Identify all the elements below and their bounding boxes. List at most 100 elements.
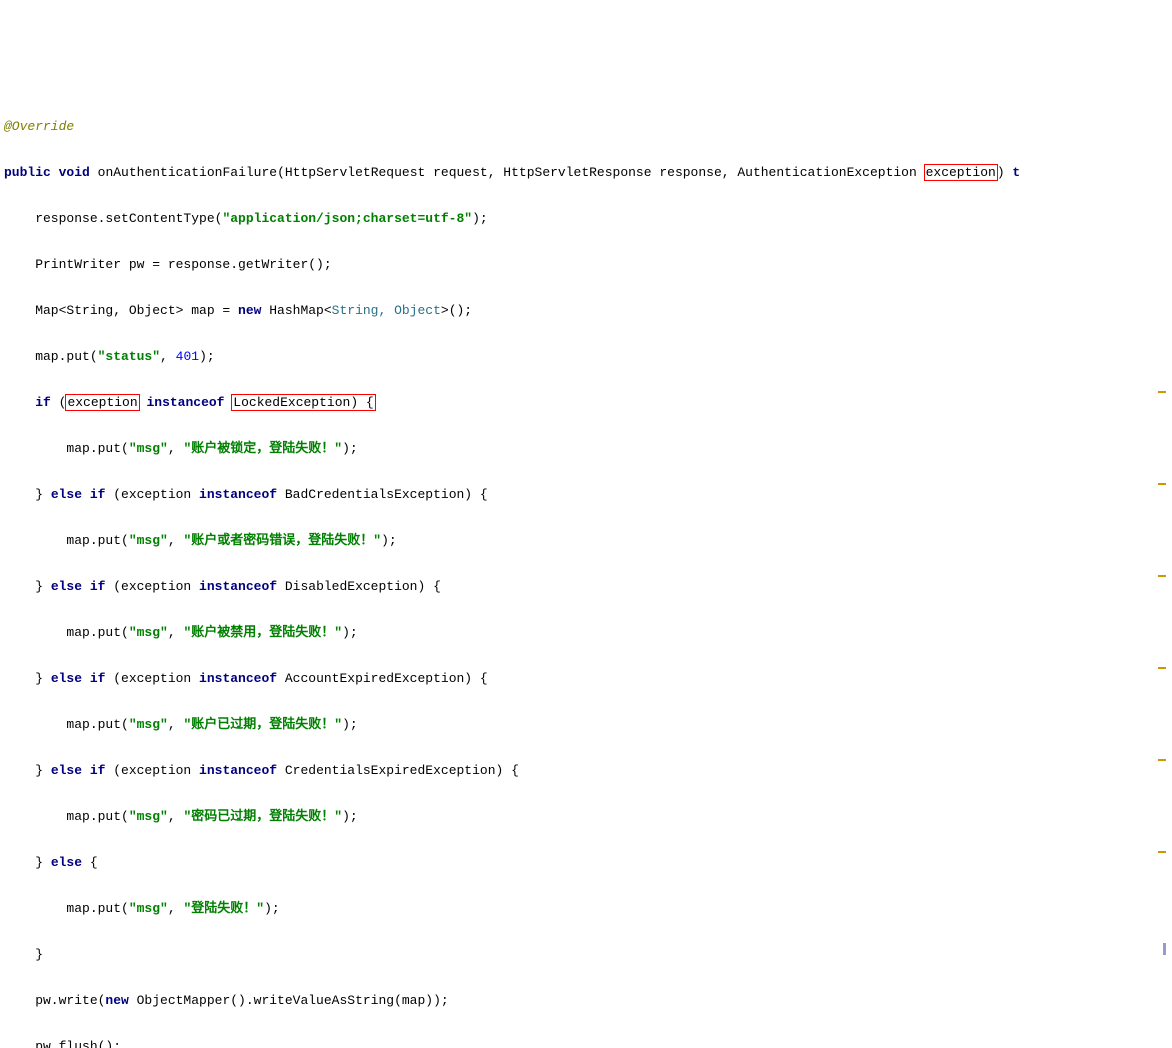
gutter-warning-icon [1158,851,1166,853]
keyword-else-if: else if [51,671,106,686]
text: , [160,349,176,364]
code-line: } else if (exception instanceof BadCrede… [4,483,1168,506]
text: (exception [105,487,199,502]
code-editor-view: @Override public void onAuthenticationFa… [0,92,1172,1048]
text: map.put( [4,809,129,824]
text: ); [199,349,215,364]
string-literal: "登陆失败！" [183,901,264,916]
string-literal: "账户已过期，登陆失败！" [183,717,342,732]
text: pw.write( [4,993,105,1008]
highlight-box-exception-param: exception [924,164,998,181]
code-line: } [4,943,1168,966]
keyword-instanceof: instanceof [146,395,224,410]
string-literal: "msg" [129,441,168,456]
keyword-instanceof: instanceof [199,487,277,502]
code-line: if (exception instanceof LockedException… [4,391,1168,414]
text: response.setContentType( [4,211,222,226]
keyword-else-if: else if [51,487,106,502]
keyword-instanceof: instanceof [199,763,277,778]
text: map.put( [4,349,98,364]
keyword-instanceof: instanceof [199,671,277,686]
code-line: pw.write(new ObjectMapper().writeValueAs… [4,989,1168,1012]
keyword-partial: t [1012,165,1020,180]
string-literal: "账户被锁定，登陆失败！" [183,441,342,456]
keyword-public: public [4,165,51,180]
text: } [4,579,51,594]
annotation: @Override [4,119,74,134]
code-line: response.setContentType("application/jso… [4,207,1168,230]
code-line: map.put("msg", "账户被禁用，登陆失败！"); [4,621,1168,644]
text: map.put( [4,717,129,732]
string-literal: "status" [98,349,160,364]
text: ); [342,809,358,824]
text: } [4,763,51,778]
text: { [82,855,98,870]
code-line: pw.flush(); [4,1035,1168,1048]
text: } [4,947,43,962]
code-line: PrintWriter pw = response.getWriter(); [4,253,1168,276]
text: map.put( [4,625,129,640]
text: HashMap< [261,303,331,318]
highlight-box-exception-var: exception [65,394,139,411]
text: (exception [105,579,199,594]
text: ); [472,211,488,226]
text: , [168,717,184,732]
text: CredentialsExpiredException) { [277,763,519,778]
code-line: map.put("msg", "密码已过期，登陆失败！"); [4,805,1168,828]
keyword-instanceof: instanceof [199,579,277,594]
code-line: } else if (exception instanceof Disabled… [4,575,1168,598]
text: map.put( [4,441,129,456]
text: AccountExpiredException) { [277,671,488,686]
text: ); [381,533,397,548]
gutter-warning-icon [1158,575,1166,577]
text: (exception [105,671,199,686]
code-line: map.put("msg", "账户已过期，登陆失败！"); [4,713,1168,736]
gutter-warning-icon [1158,759,1166,761]
keyword-new: new [105,993,128,1008]
string-literal: "msg" [129,533,168,548]
text: >(); [441,303,472,318]
text [4,395,35,410]
string-literal: "msg" [129,625,168,640]
gutter-marker-icon [1163,943,1166,955]
text: map.put( [4,901,129,916]
code-line: } else if (exception instanceof AccountE… [4,667,1168,690]
text: ObjectMapper().writeValueAsString(map)); [129,993,449,1008]
text: ); [342,625,358,640]
text: } [4,671,51,686]
text: BadCredentialsException) { [277,487,488,502]
keyword-void: void [59,165,90,180]
keyword-if: if [35,395,51,410]
code-line: } else { [4,851,1168,874]
text: Map<String, Object> map = [4,303,238,318]
code-line: @Override [4,115,1168,138]
gutter-warning-icon [1158,667,1166,669]
text: DisabledException) { [277,579,441,594]
keyword-else: else [51,855,82,870]
keyword-else-if: else if [51,763,106,778]
string-literal: "application/json;charset=utf-8" [222,211,472,226]
text: map.put( [4,533,129,548]
gutter-warning-icon [1158,391,1166,393]
text: } [4,855,51,870]
text: PrintWriter pw = response.getWriter(); [4,257,332,272]
text: } [4,487,51,502]
string-literal: "msg" [129,901,168,916]
string-literal: "msg" [129,717,168,732]
string-literal: "账户被禁用，登陆失败！" [183,625,342,640]
highlight-box-lockedexception: LockedException) { [231,394,375,411]
text: pw.flush(); [4,1039,121,1048]
code-line: Map<String, Object> map = new HashMap<St… [4,299,1168,322]
code-line: map.put("msg", "账户被锁定，登陆失败！"); [4,437,1168,460]
text: (exception [105,763,199,778]
code-line: map.put("msg", "账户或者密码错误，登陆失败！"); [4,529,1168,552]
number-literal: 401 [176,349,199,364]
string-literal: "账户或者密码错误，登陆失败！" [183,533,381,548]
text: ); [342,441,358,456]
text: , [168,533,184,548]
gutter-warning-icon [1158,483,1166,485]
text: , [168,441,184,456]
code-line: map.put("status", 401); [4,345,1168,368]
text: ) [997,165,1013,180]
code-line: map.put("msg", "登陆失败！"); [4,897,1168,920]
